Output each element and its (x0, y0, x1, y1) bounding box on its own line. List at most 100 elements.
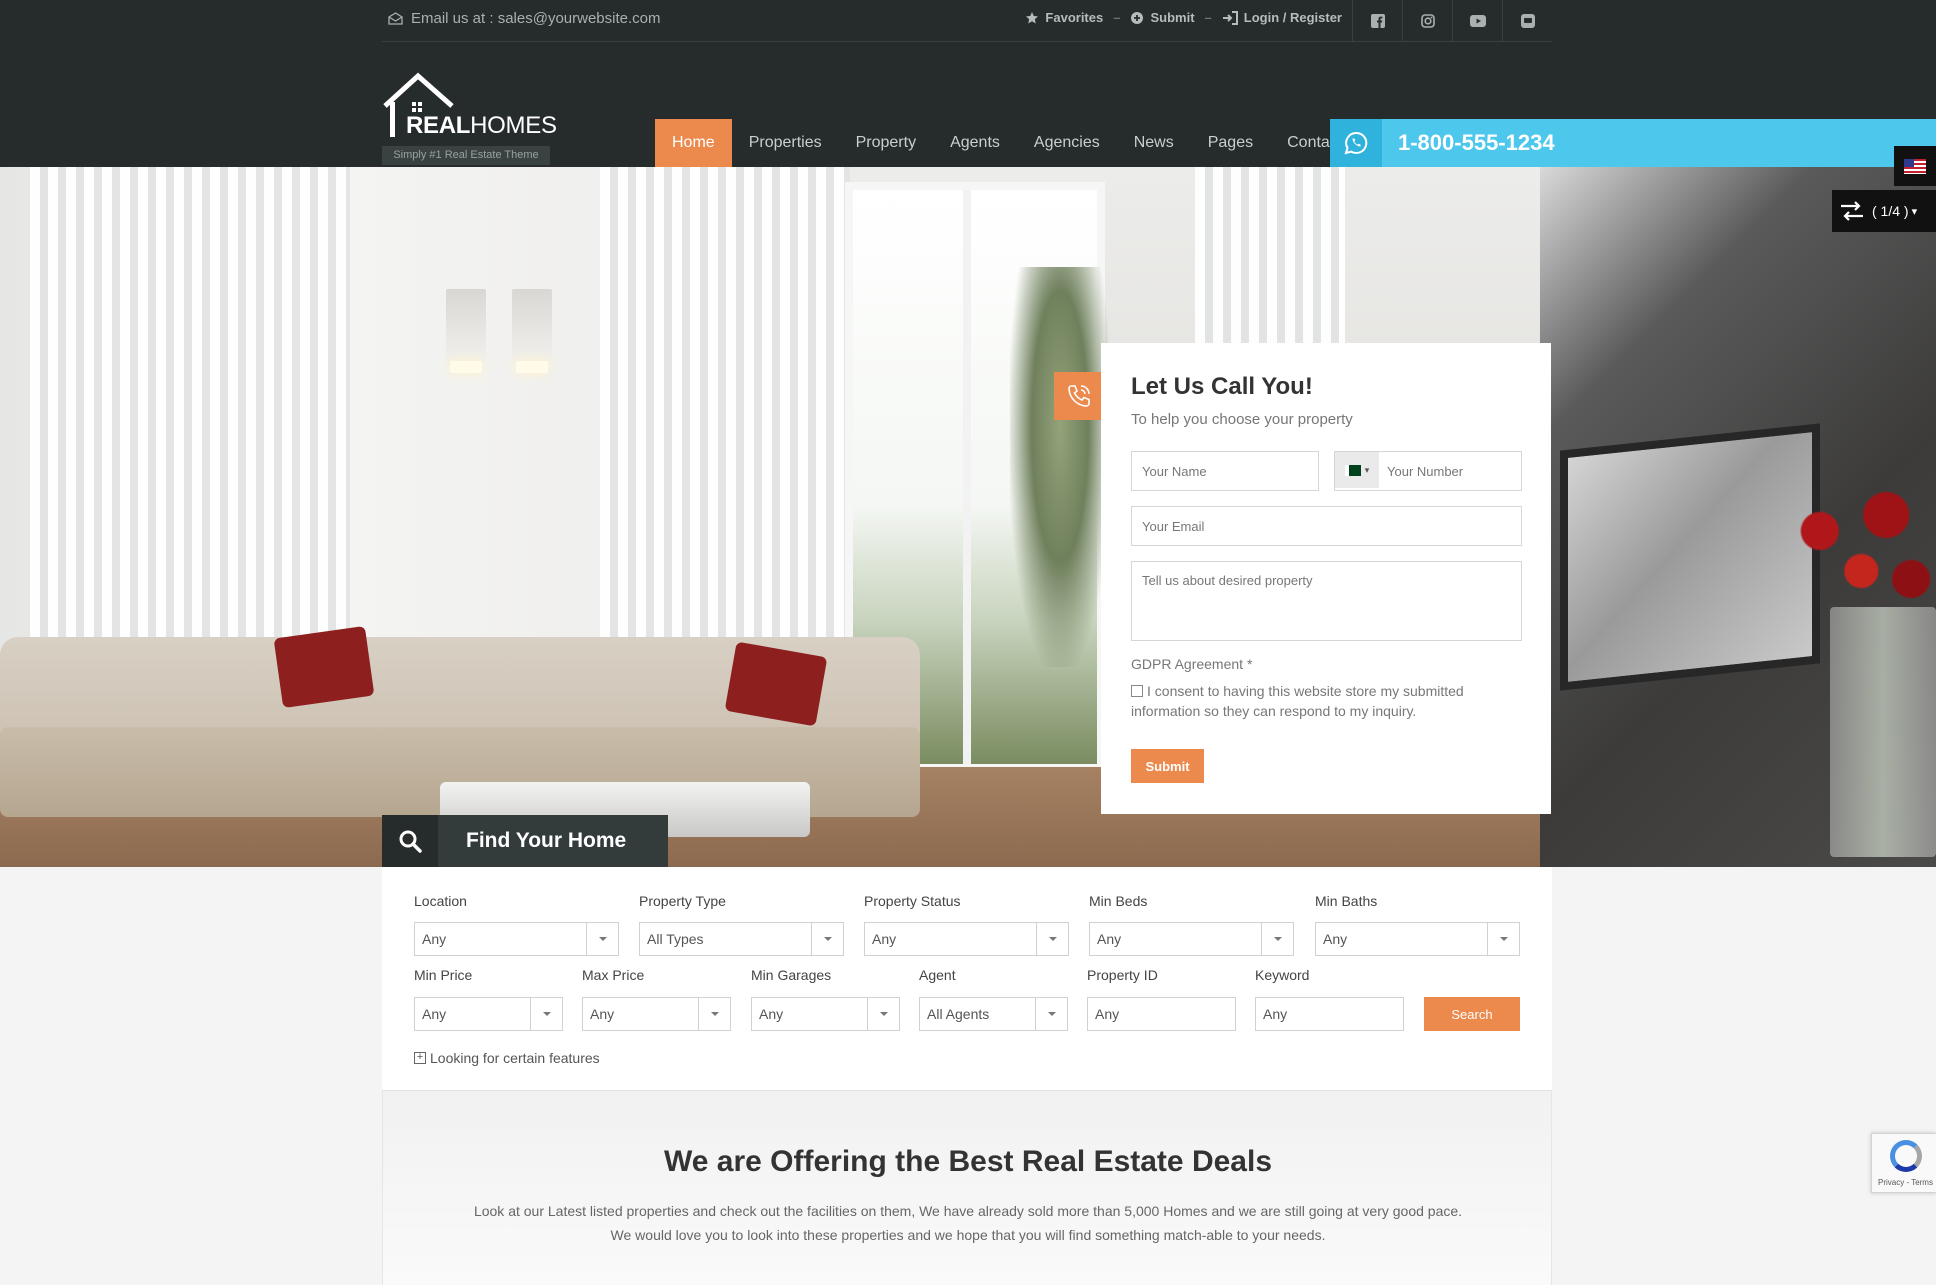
callback-subtitle: To help you choose your property (1131, 411, 1353, 428)
callback-submit-button[interactable]: Submit (1131, 749, 1204, 783)
caret-down-icon (1487, 923, 1519, 955)
offer-section: We are Offering the Best Real Estate Dea… (382, 1091, 1552, 1285)
caret-down-icon (530, 998, 562, 1030)
top-bar: Email us at : sales@yourwebsite.com Favo… (382, 0, 1552, 42)
property-id-value: Any (1095, 1006, 1120, 1022)
envelope-icon (388, 12, 403, 25)
max-price-select[interactable]: Any (582, 997, 731, 1031)
youtube-link[interactable] (1452, 0, 1502, 42)
caret-down-icon (1035, 998, 1067, 1030)
caret-down-icon (1036, 923, 1068, 955)
keyword-value: Any (1263, 1006, 1288, 1022)
property-type-select[interactable]: All Types (639, 922, 844, 956)
nav-item-properties[interactable]: Properties (732, 119, 839, 167)
caret-down-icon (698, 998, 730, 1030)
nav-item-agents[interactable]: Agents (933, 119, 1017, 167)
email-input[interactable]: Your Email (1131, 506, 1522, 546)
min-beds-value: Any (1097, 931, 1122, 947)
callback-title: Let Us Call You! (1131, 373, 1313, 400)
message-textarea[interactable]: Tell us about desired property (1131, 561, 1522, 641)
nav-item-pages[interactable]: Pages (1191, 119, 1270, 167)
logo-bold: REAL (406, 112, 471, 139)
min-price-select[interactable]: Any (414, 997, 563, 1031)
instagram-link[interactable] (1402, 0, 1452, 42)
caret-down-icon (1261, 923, 1293, 955)
gdpr-consent-text: I consent to having this website store m… (1131, 683, 1464, 719)
country-code-select[interactable]: ▾ (1335, 452, 1379, 488)
min-price-value: Any (422, 1006, 447, 1022)
min-baths-select[interactable]: Any (1315, 922, 1520, 956)
offer-description: Look at our Latest listed properties and… (473, 1203, 1463, 1243)
location-value: Any (422, 931, 447, 947)
nav-item-agencies[interactable]: Agencies (1017, 119, 1117, 167)
slide-switcher[interactable]: ( 1/4 ) ▾ (1832, 190, 1936, 232)
nav-item-home[interactable]: Home (655, 119, 732, 167)
phone-bar[interactable]: 1-800-555-1234 (1330, 119, 1936, 167)
chat-link[interactable] (1502, 0, 1552, 42)
pakistan-flag-icon (1344, 464, 1361, 476)
agent-select[interactable]: All Agents (919, 997, 1068, 1031)
login-label: Login / Register (1243, 10, 1342, 25)
email-contact[interactable]: Email us at : sales@yourwebsite.com (388, 10, 661, 27)
keyword-input[interactable]: Any (1255, 997, 1404, 1031)
features-toggle[interactable]: + Looking for certain features (414, 1050, 600, 1066)
gdpr-title: GDPR Agreement * (1131, 656, 1253, 672)
wall-lamp (512, 289, 552, 373)
logo-wordmark: REALHOMES (406, 112, 557, 140)
separator: – (1204, 10, 1212, 25)
instagram-icon (1420, 14, 1435, 28)
gdpr-consent: I consent to having this website store m… (1131, 681, 1521, 721)
search-icon (399, 830, 422, 853)
submit-link[interactable]: Submit (1130, 10, 1195, 25)
search-button[interactable]: Search (1424, 997, 1520, 1031)
callback-form: Let Us Call You! To help you choose your… (1101, 343, 1551, 814)
max-price-value: Any (590, 1006, 615, 1022)
property-id-label: Property ID (1087, 967, 1158, 983)
separator: – (1113, 10, 1121, 25)
star-icon (1026, 11, 1039, 23)
favorites-link[interactable]: Favorites (1025, 10, 1103, 25)
find-home-tab[interactable]: Find Your Home (382, 815, 668, 867)
find-home-label: Find Your Home (466, 829, 627, 852)
phone-number[interactable]: 1-800-555-1234 (1398, 130, 1555, 156)
location-select[interactable]: Any (414, 922, 619, 956)
swap-arrows-icon (1832, 200, 1872, 222)
whatsapp-button[interactable] (1330, 119, 1382, 167)
plus-circle-icon (1131, 11, 1144, 24)
min-garages-value: Any (759, 1006, 784, 1022)
property-id-input[interactable]: Any (1087, 997, 1236, 1031)
logo-tagline: Simply #1 Real Estate Theme (382, 146, 550, 165)
property-status-select[interactable]: Any (864, 922, 1069, 956)
nav-item-property[interactable]: Property (839, 119, 933, 167)
facebook-icon (1370, 14, 1385, 28)
min-baths-label: Min Baths (1315, 893, 1378, 909)
gdpr-checkbox[interactable] (1131, 685, 1143, 697)
min-beds-select[interactable]: Any (1089, 922, 1294, 956)
chevron-down-icon: ▾ (1911, 205, 1918, 218)
property-type-value: All Types (647, 931, 704, 947)
min-garages-label: Min Garages (751, 967, 832, 983)
min-garages-select[interactable]: Any (751, 997, 900, 1031)
wall-lamp (446, 289, 486, 373)
main-nav: Home Properties Property Agents Agencies… (655, 119, 1359, 167)
min-price-label: Min Price (414, 967, 473, 983)
name-input[interactable]: Your Name (1131, 451, 1319, 491)
nav-item-news[interactable]: News (1117, 119, 1191, 167)
min-baths-value: Any (1323, 931, 1348, 947)
login-register-link[interactable]: Login / Register (1222, 10, 1342, 25)
facebook-link[interactable] (1352, 0, 1402, 42)
recaptcha-links[interactable]: Privacy - Terms (1878, 1178, 1933, 1187)
submit-label: Submit (1150, 10, 1195, 25)
us-flag-icon (1904, 158, 1926, 174)
recaptcha-icon (1890, 1140, 1922, 1172)
hero-vase (1830, 607, 1936, 857)
property-type-label: Property Type (639, 893, 726, 909)
caret-down-icon (811, 923, 843, 955)
top-links: Favorites – Submit – Login / Register (1025, 10, 1342, 25)
email-text: Email us at : sales@yourwebsite.com (411, 10, 661, 27)
recaptcha-badge[interactable]: Privacy - Terms (1871, 1133, 1936, 1193)
property-search-panel: Location Any Property Type All Types Pro… (382, 867, 1552, 1091)
caret-down-icon (586, 923, 618, 955)
language-switcher[interactable] (1894, 146, 1936, 186)
caret-down-icon: ▾ (1364, 464, 1370, 475)
